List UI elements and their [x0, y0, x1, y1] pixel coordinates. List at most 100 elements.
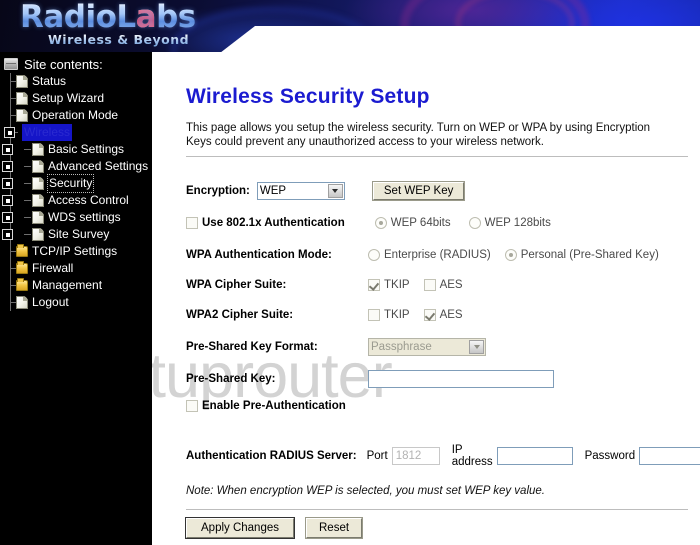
use-8021x-checkbox[interactable]: [186, 217, 198, 229]
psk-input[interactable]: [368, 370, 554, 388]
radius-ip-label: IP address: [451, 444, 493, 468]
enterprise-radius-radio[interactable]: [368, 249, 380, 261]
note-text: Note: When encryption WEP is selected, y…: [186, 485, 545, 497]
sidebar-item-status[interactable]: Status: [0, 73, 152, 90]
wpa2-aes-option[interactable]: AES: [423, 309, 463, 321]
logo-wordmark: RadioLabs: [20, 2, 196, 33]
wpa-tkip-checkbox[interactable]: [368, 279, 380, 291]
wpa2-tkip-option[interactable]: TKIP: [368, 309, 410, 321]
sidebar-item-security[interactable]: Security: [0, 174, 152, 193]
sidebar-item-label: Operation Mode: [32, 108, 119, 122]
sidebar-item-operation-mode[interactable]: Operation Mode: [0, 107, 152, 124]
psk-format-select[interactable]: Passphrase: [368, 338, 486, 356]
radius-port-input[interactable]: [391, 447, 440, 465]
sidebar-item-basic-settings[interactable]: Basic Settings: [0, 141, 152, 158]
wpa-aes-option[interactable]: AES: [423, 279, 463, 291]
expander-icon[interactable]: [2, 144, 13, 155]
sidebar-item-label: TCP/IP Settings: [32, 244, 118, 258]
computer-icon: [4, 58, 18, 70]
wpa-cipher-row: WPA Cipher Suite: TKIP AES: [186, 279, 463, 291]
site-contents-label: Site contents:: [24, 56, 103, 72]
banner-diagonal-cut: [220, 26, 700, 52]
expander-icon[interactable]: [2, 212, 13, 223]
personal-psk-radio[interactable]: [504, 249, 517, 261]
page-icon: [32, 228, 44, 241]
radius-password-label: Password: [584, 450, 636, 462]
expander-icon[interactable]: [4, 127, 15, 138]
enable-pre-auth-label: Enable Pre-Authentication: [202, 400, 346, 412]
wpa2-cipher-label: WPA2 Cipher Suite:: [186, 309, 294, 321]
divider-bottom: [186, 509, 688, 510]
wep-64bits-option[interactable]: WEP 64bits: [374, 217, 451, 229]
sidebar-item-management[interactable]: Management: [0, 277, 152, 294]
encryption-label: Encryption:: [186, 185, 250, 197]
sidebar-item-label: Status: [32, 74, 67, 88]
sidebar-item-firewall[interactable]: Firewall: [0, 260, 152, 277]
wpa-aes-checkbox[interactable]: [423, 279, 436, 291]
logo-text-radio: Radio: [20, 0, 117, 35]
wep-64bits-label: WEP 64bits: [390, 217, 451, 229]
pre-auth-row: Enable Pre-Authentication: [186, 400, 346, 412]
page-icon: [16, 296, 28, 309]
tree-connector-horizontal: [24, 200, 31, 201]
personal-psk-option[interactable]: Personal (Pre-Shared Key): [504, 249, 659, 261]
wep-128bits-radio[interactable]: [468, 217, 481, 229]
page-description: This page allows you setup the wireless …: [186, 122, 651, 148]
expander-icon[interactable]: [2, 161, 13, 172]
page-icon: [16, 109, 28, 122]
page-icon: [32, 143, 44, 156]
dot1x-row: Use 802.1x Authentication WEP 64bits WEP…: [186, 217, 551, 229]
chevron-down-icon[interactable]: [327, 184, 343, 198]
page-icon: [16, 75, 28, 88]
page-icon: [32, 160, 44, 173]
enterprise-radius-label: Enterprise (RADIUS): [384, 249, 491, 261]
radius-port-label: Port: [366, 450, 388, 462]
sidebar-item-label: Site Survey: [48, 227, 110, 241]
radius-password-input[interactable]: [639, 447, 700, 465]
enable-pre-auth-checkbox[interactable]: [186, 400, 198, 412]
folder-icon: [16, 244, 28, 257]
psk-row: Pre-Shared Key:: [186, 370, 554, 388]
radius-row: Authentication RADIUS Server: Port IP ad…: [186, 444, 700, 468]
expander-icon[interactable]: [2, 195, 13, 206]
expander-icon[interactable]: [2, 178, 13, 189]
radiolabs-logo: RadioLabs Wireless & Beyond: [20, 2, 196, 47]
sidebar-item-logout[interactable]: Logout: [0, 294, 152, 311]
divider-top: [186, 156, 688, 157]
wep-64bits-radio[interactable]: [374, 217, 387, 229]
wpa-tkip-option[interactable]: TKIP: [368, 279, 410, 291]
chevron-down-icon[interactable]: [469, 340, 484, 354]
use-8021x-label: Use 802.1x Authentication: [202, 217, 345, 229]
wpa-aes-label: AES: [439, 279, 463, 291]
sidebar-item-label: WDS settings: [48, 210, 121, 224]
wpa-auth-mode-row: WPA Authentication Mode: Enterprise (RAD…: [186, 249, 659, 261]
expander-icon[interactable]: [2, 229, 13, 240]
wpa2-tkip-checkbox[interactable]: [368, 309, 380, 321]
sidebar-item-access-control[interactable]: Access Control: [0, 192, 152, 209]
action-buttons: Apply Changes Reset: [185, 517, 364, 539]
tree-connector-horizontal: [24, 234, 31, 235]
sidebar-item-wds-settings[interactable]: WDS settings: [0, 209, 152, 226]
sidebar-item-label: Basic Settings: [48, 142, 125, 156]
page-icon: [32, 194, 44, 207]
sidebar-item-tcp-ip-settings[interactable]: TCP/IP Settings: [0, 243, 152, 260]
folder-icon: [16, 278, 28, 291]
personal-psk-label: Personal (Pre-Shared Key): [520, 249, 659, 261]
psk-format-row: Pre-Shared Key Format: Passphrase: [186, 338, 486, 356]
wpa2-aes-label: AES: [439, 309, 463, 321]
encryption-select[interactable]: WEP: [256, 182, 345, 200]
sidebar-item-advanced-settings[interactable]: Advanced Settings: [0, 158, 152, 175]
set-wep-key-button[interactable]: Set WEP Key: [371, 181, 466, 201]
radius-ip-input[interactable]: [496, 447, 573, 465]
sidebar-item-wireless[interactable]: Wireless: [0, 124, 152, 141]
main-content: setuprouter Wireless Security Setup This…: [152, 52, 700, 545]
sidebar-item-setup-wizard[interactable]: Setup Wizard: [0, 90, 152, 107]
apply-changes-button[interactable]: Apply Changes: [185, 517, 295, 539]
wpa2-aes-checkbox[interactable]: [423, 309, 436, 321]
reset-button[interactable]: Reset: [304, 517, 364, 539]
wep-128bits-option[interactable]: WEP 128bits: [468, 217, 551, 229]
tree-connector-horizontal: [24, 217, 31, 218]
sidebar-item-site-survey[interactable]: Site Survey: [0, 226, 152, 243]
enterprise-radius-option[interactable]: Enterprise (RADIUS): [368, 249, 491, 261]
router-admin-page: RadioLabs Wireless & Beyond Site content…: [0, 0, 700, 545]
